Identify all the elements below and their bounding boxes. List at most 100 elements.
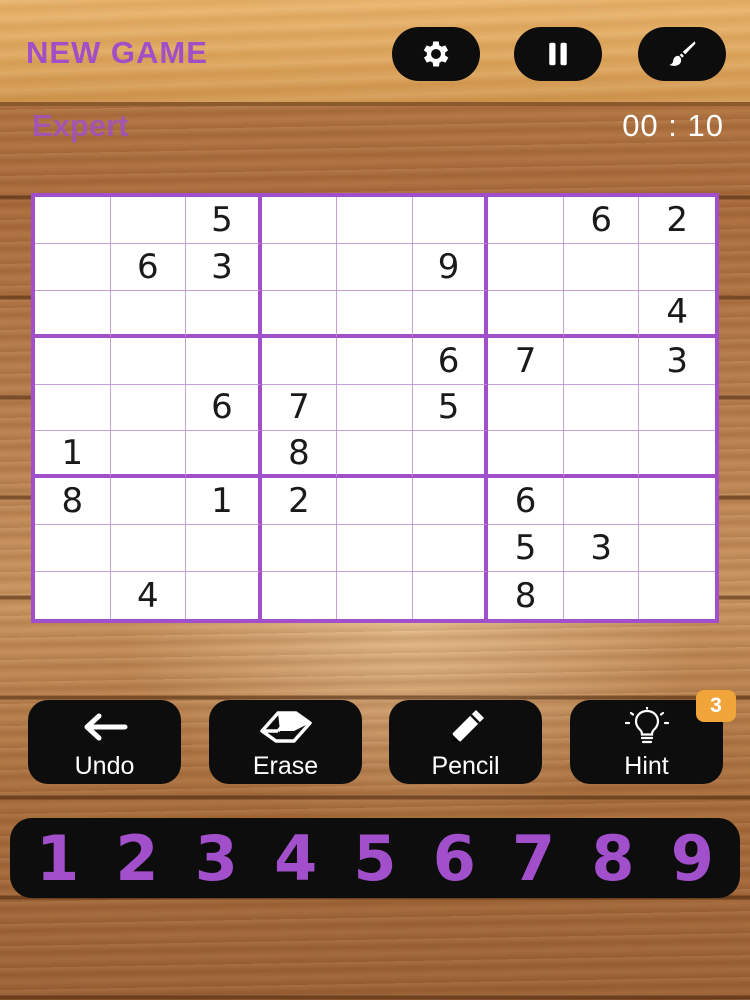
number-button-8[interactable]: 8 xyxy=(577,822,649,895)
sudoku-cell[interactable]: 8 xyxy=(261,431,338,479)
sudoku-cell[interactable] xyxy=(337,290,413,338)
sudoku-cell[interactable]: 5 xyxy=(412,384,489,432)
sudoku-cell[interactable]: 6 xyxy=(186,384,262,432)
number-button-3[interactable]: 3 xyxy=(180,822,252,895)
sudoku-cell[interactable] xyxy=(261,243,338,291)
sudoku-cell[interactable]: 6 xyxy=(110,243,187,291)
sudoku-cell[interactable] xyxy=(412,478,489,526)
sudoku-cell[interactable] xyxy=(262,572,338,619)
sudoku-cell[interactable] xyxy=(488,431,564,479)
sudoku-cell[interactable] xyxy=(563,337,640,385)
sudoku-cell[interactable] xyxy=(563,243,640,291)
sudoku-cell[interactable] xyxy=(563,290,640,338)
sudoku-cell[interactable] xyxy=(337,478,413,526)
sudoku-cell[interactable] xyxy=(412,525,489,573)
number-button-5[interactable]: 5 xyxy=(339,822,411,895)
sudoku-cell[interactable]: 2 xyxy=(639,197,715,244)
sudoku-cell[interactable]: 3 xyxy=(639,338,715,385)
sudoku-cell[interactable] xyxy=(337,337,413,385)
sudoku-cell[interactable] xyxy=(186,431,262,479)
sudoku-cell[interactable] xyxy=(35,572,111,619)
sudoku-cell[interactable] xyxy=(110,384,187,432)
sudoku-cell[interactable] xyxy=(110,290,187,338)
sudoku-cell[interactable] xyxy=(110,197,187,244)
sudoku-cell[interactable] xyxy=(412,290,489,338)
sudoku-cell[interactable] xyxy=(639,431,715,479)
sudoku-cell[interactable] xyxy=(337,197,413,244)
sudoku-cell[interactable]: 2 xyxy=(261,478,338,526)
sudoku-cell[interactable] xyxy=(639,244,715,291)
sudoku-cell[interactable] xyxy=(337,431,413,479)
sudoku-cell[interactable] xyxy=(186,290,262,338)
sudoku-cell[interactable] xyxy=(563,384,640,432)
sudoku-cell[interactable]: 9 xyxy=(412,243,489,291)
sudoku-cell[interactable] xyxy=(186,572,262,619)
sudoku-cell[interactable] xyxy=(110,478,187,526)
pause-button[interactable] xyxy=(514,27,602,81)
sudoku-cell[interactable] xyxy=(261,290,338,338)
new-game-button[interactable]: NEW GAME xyxy=(26,35,208,71)
sudoku-cell[interactable] xyxy=(337,525,413,573)
number-button-4[interactable]: 4 xyxy=(260,822,332,895)
sudoku-cell[interactable]: 8 xyxy=(35,478,111,526)
sudoku-cell[interactable] xyxy=(564,572,640,619)
sudoku-cell[interactable]: 3 xyxy=(186,243,262,291)
sudoku-cell[interactable] xyxy=(412,197,489,244)
sudoku-cell[interactable] xyxy=(110,525,187,573)
number-button-1[interactable]: 1 xyxy=(22,822,94,895)
sudoku-cell[interactable] xyxy=(563,431,640,479)
number-button-6[interactable]: 6 xyxy=(418,822,490,895)
sudoku-cell[interactable] xyxy=(35,525,111,573)
sudoku-cell[interactable] xyxy=(35,243,111,291)
sudoku-cell[interactable]: 4 xyxy=(639,291,715,338)
settings-button[interactable] xyxy=(392,27,480,81)
sudoku-cell[interactable]: 8 xyxy=(488,572,564,619)
number-button-7[interactable]: 7 xyxy=(498,822,570,895)
sudoku-cell[interactable] xyxy=(488,290,564,338)
sudoku-cell[interactable] xyxy=(261,197,338,244)
sudoku-cell[interactable] xyxy=(488,384,564,432)
theme-button[interactable] xyxy=(638,27,726,81)
sudoku-cell[interactable] xyxy=(35,197,111,244)
top-bar: NEW GAME xyxy=(0,0,750,106)
sudoku-cell[interactable] xyxy=(110,431,187,479)
sudoku-cell[interactable]: 1 xyxy=(35,431,111,479)
sudoku-cell[interactable] xyxy=(261,337,338,385)
sudoku-cell[interactable] xyxy=(412,431,489,479)
number-button-9[interactable]: 9 xyxy=(656,822,728,895)
pencil-icon xyxy=(450,710,484,743)
sudoku-cell[interactable] xyxy=(639,572,715,619)
sudoku-cell[interactable] xyxy=(639,385,715,432)
sudoku-cell[interactable] xyxy=(186,525,262,573)
sudoku-cell[interactable]: 7 xyxy=(261,384,338,432)
number-button-2[interactable]: 2 xyxy=(101,822,173,895)
sudoku-cell[interactable] xyxy=(413,572,489,619)
sudoku-cell[interactable] xyxy=(35,384,111,432)
sudoku-cell[interactable] xyxy=(488,197,564,244)
erase-button[interactable]: Erase xyxy=(209,700,362,784)
sudoku-cell[interactable]: 3 xyxy=(563,525,640,573)
sudoku-cell[interactable] xyxy=(35,337,111,385)
sudoku-cell[interactable]: 6 xyxy=(488,478,564,526)
sudoku-cell[interactable] xyxy=(186,337,262,385)
sudoku-cell[interactable]: 1 xyxy=(186,478,262,526)
sudoku-cell[interactable] xyxy=(261,525,338,573)
pencil-button[interactable]: Pencil xyxy=(389,700,542,784)
sudoku-cell[interactable]: 5 xyxy=(186,197,262,244)
sudoku-cell[interactable] xyxy=(337,243,413,291)
sudoku-cell[interactable] xyxy=(337,384,413,432)
sudoku-cell[interactable] xyxy=(35,290,111,338)
sudoku-cell[interactable]: 6 xyxy=(563,197,640,244)
undo-button[interactable]: Undo xyxy=(28,700,181,784)
sudoku-cell[interactable] xyxy=(639,478,715,526)
sudoku-cell[interactable] xyxy=(110,337,187,385)
sudoku-cell[interactable] xyxy=(488,243,564,291)
sudoku-cell[interactable] xyxy=(563,478,640,526)
sudoku-cell[interactable]: 4 xyxy=(111,572,187,619)
difficulty-label: Expert xyxy=(32,108,129,143)
sudoku-cell[interactable]: 7 xyxy=(488,337,564,385)
sudoku-cell[interactable] xyxy=(337,572,413,619)
sudoku-cell[interactable]: 5 xyxy=(488,525,564,573)
sudoku-cell[interactable] xyxy=(639,525,715,573)
sudoku-cell[interactable]: 6 xyxy=(412,337,489,385)
